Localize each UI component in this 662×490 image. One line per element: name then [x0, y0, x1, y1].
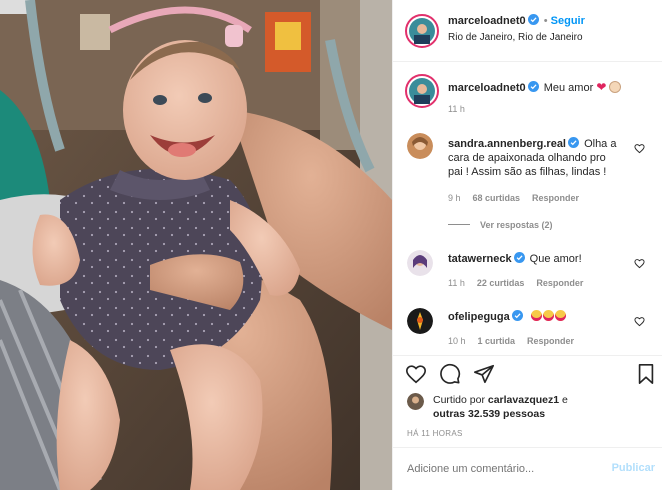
comment-item: ofelipeguga 10 h 1 curtida Responder — [393, 308, 662, 352]
heart-icon[interactable] — [405, 363, 427, 385]
verified-badge-icon — [527, 14, 539, 25]
commenter-avatar-image — [407, 250, 433, 276]
view-replies-button[interactable]: Ver respostas (2) — [480, 220, 553, 230]
baby-photo-image — [0, 0, 392, 490]
comment-item: tatawerneck Que amor! 11 h 22 curtidas Res… — [393, 250, 662, 294]
replies-line — [448, 224, 470, 225]
comment-username[interactable]: ofelipeguga — [448, 311, 510, 323]
heart-eyes-emoji-icon — [542, 310, 554, 321]
commenter-avatar[interactable] — [407, 308, 433, 334]
commenter-avatar[interactable] — [407, 250, 433, 276]
liker-username[interactable]: carlavazquez1 — [488, 394, 559, 406]
caption-text: Meu amor — [543, 82, 594, 94]
liked-by-prefix: Curtido por — [433, 394, 485, 406]
comment-username[interactable]: sandra.annenberg.real — [448, 138, 566, 150]
verified-badge-icon — [511, 310, 523, 321]
caption-avatar-image — [409, 78, 435, 104]
comment-username[interactable]: tatawerneck — [448, 253, 512, 265]
heart-icon[interactable] — [634, 316, 645, 327]
comment-time: 11 h — [448, 278, 465, 288]
post-location[interactable]: Rio de Janeiro, Rio de Janeiro — [448, 32, 583, 43]
heart-icon[interactable] — [634, 143, 645, 154]
verified-badge-icon — [513, 252, 525, 263]
comment-icon[interactable] — [439, 363, 461, 385]
post-photo[interactable] — [0, 0, 392, 490]
liked-by-block: Curtido por carlavazquez1 e outras 32.53… — [393, 393, 662, 423]
comment-likes[interactable]: 22 curtidas — [477, 278, 525, 288]
comment-text: Que amor! — [529, 253, 582, 265]
comment-item: sandra.annenberg.real Olha a cara de apa… — [393, 133, 662, 233]
comment-input[interactable] — [407, 458, 597, 480]
comment-likes[interactable]: 68 curtidas — [473, 193, 521, 203]
comment-time: 10 h — [448, 336, 466, 346]
author-avatar[interactable] — [405, 14, 439, 48]
header-divider — [393, 61, 662, 62]
follow-button[interactable]: Seguir — [551, 15, 585, 27]
red-heart-emoji-icon: ❤ — [596, 80, 607, 94]
reply-button[interactable]: Responder — [532, 193, 579, 203]
action-bar — [393, 363, 662, 389]
reply-button[interactable]: Responder — [536, 278, 583, 288]
save-icon[interactable] — [635, 363, 657, 385]
commenter-avatar-image — [407, 308, 433, 334]
liker-avatar[interactable] — [407, 393, 424, 410]
caption-block: marceloadnet0 Meu amor ❤ 11 h — [393, 74, 662, 118]
liked-by-conj: e — [562, 394, 568, 406]
actions-divider — [393, 355, 662, 356]
liker-avatar-image — [407, 393, 424, 410]
author-username[interactable]: marceloadnet0 — [448, 15, 526, 27]
commenter-avatar[interactable] — [407, 133, 433, 159]
comment-likes[interactable]: 1 curtida — [478, 336, 516, 346]
comment-text-line: pai ! Assim são as filhas, lindas ! — [448, 166, 607, 178]
caption-username[interactable]: marceloadnet0 — [448, 82, 526, 94]
heart-icon[interactable] — [634, 258, 645, 269]
caption-time: 11 h — [448, 104, 465, 114]
heart-eyes-emoji-icon — [530, 310, 542, 321]
comment-text-line: cara de apaixonada olhando pro — [448, 152, 606, 164]
likes-count-link[interactable]: outras 32.539 pessoas — [433, 408, 545, 420]
verified-badge-icon — [568, 137, 579, 148]
verified-badge-icon — [527, 81, 539, 92]
post-timestamp[interactable]: HÁ 11 HORAS — [407, 429, 463, 438]
baby-face-emoji-icon — [609, 81, 622, 93]
comment-time: 9 h — [448, 193, 461, 203]
post-details-panel: marceloadnet0 • Seguir Rio de Janeiro, R… — [392, 0, 662, 490]
comment-text-line: Olha a — [584, 138, 617, 150]
heart-eyes-emoji-icon — [554, 310, 566, 321]
share-icon[interactable] — [473, 363, 495, 385]
add-comment-bar: Publicar — [393, 448, 662, 490]
reply-button[interactable]: Responder — [527, 336, 574, 346]
commenter-avatar-image — [407, 133, 433, 159]
publish-button[interactable]: Publicar — [612, 462, 655, 474]
post-header: marceloadnet0 • Seguir Rio de Janeiro, R… — [393, 0, 662, 61]
caption-author-avatar[interactable] — [405, 74, 439, 108]
author-avatar-image — [409, 18, 435, 44]
header-separator: • — [543, 15, 548, 27]
